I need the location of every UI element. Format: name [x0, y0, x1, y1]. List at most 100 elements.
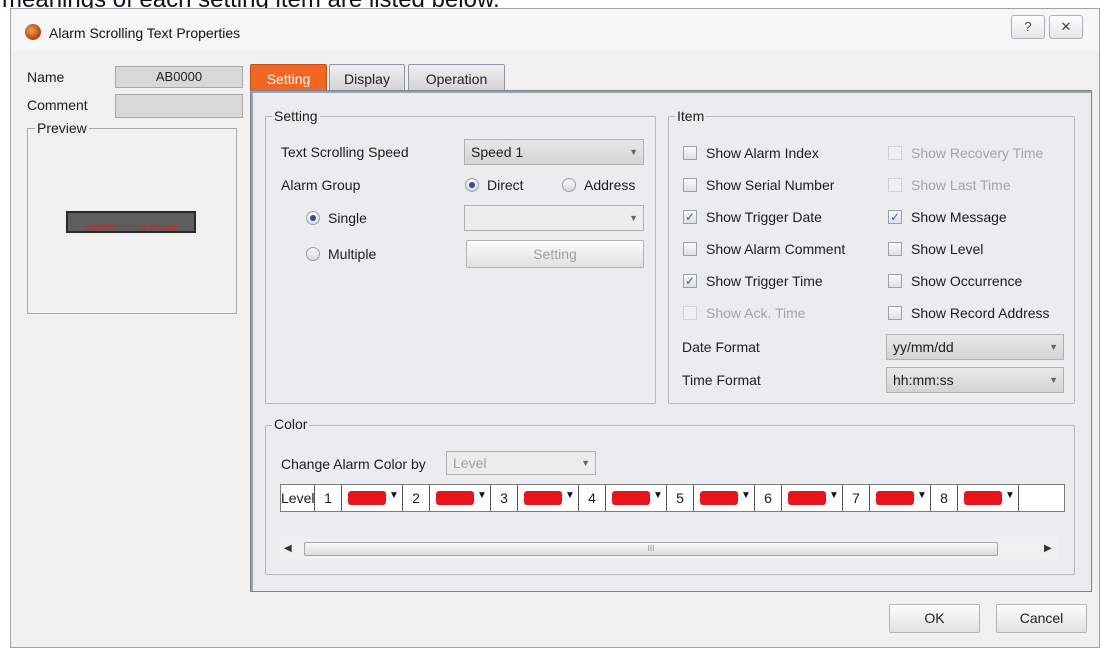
speed-value: Speed 1: [471, 144, 524, 160]
level-color-swatch[interactable]: [700, 491, 738, 505]
checkbox-label: Show Level: [911, 241, 984, 257]
checkbox-label: Show Occurrence: [911, 273, 1023, 289]
item-group-title: Item: [675, 108, 707, 124]
level-color-swatch[interactable]: [612, 491, 650, 505]
tab-setting[interactable]: Setting: [250, 64, 327, 92]
name-label: Name: [27, 69, 65, 85]
chevron-down-icon: ▼: [629, 213, 638, 223]
checkbox-show-trigger-date[interactable]: ✓: [683, 210, 697, 224]
checkbox-show-level[interactable]: [888, 242, 902, 256]
chevron-down-icon[interactable]: ▼: [389, 490, 399, 501]
chevron-down-icon: ▼: [1049, 375, 1058, 385]
level-color-swatch[interactable]: [436, 491, 474, 505]
time-format-value: hh:mm:ss: [893, 372, 954, 388]
checkbox-show-trigger-time[interactable]: ✓: [683, 274, 697, 288]
checkbox-show-alarm-index[interactable]: [683, 146, 697, 160]
single-select[interactable]: ▼: [464, 205, 644, 231]
level-color-swatch[interactable]: [876, 491, 914, 505]
chevron-down-icon: ▼: [581, 458, 590, 468]
single-radio[interactable]: [306, 211, 320, 225]
direct-label: Direct: [487, 177, 524, 193]
multiple-label: Multiple: [328, 246, 377, 262]
chevron-down-icon[interactable]: ▼: [477, 490, 487, 501]
level-number: 1: [315, 485, 342, 511]
name-field: AB0000: [115, 66, 243, 88]
checkbox-label: Show Trigger Time: [706, 273, 823, 289]
preview-text: yy/mm/dd hh:mm:ss Message: [84, 224, 178, 231]
level-number: 7: [843, 485, 870, 511]
scroll-right-icon[interactable]: ▶: [1044, 543, 1052, 554]
scroll-thumb[interactable]: III: [304, 542, 998, 556]
app-icon: [25, 24, 41, 40]
preview-label: Preview: [35, 120, 89, 136]
checkbox-label: Show Message: [911, 209, 1007, 225]
level-number: 4: [579, 485, 606, 511]
checkbox-show-message[interactable]: ✓: [888, 210, 902, 224]
cell-divider: [1018, 485, 1019, 511]
chevron-down-icon[interactable]: ▼: [653, 490, 663, 501]
comment-field[interactable]: [115, 94, 243, 118]
level-number: 6: [755, 485, 782, 511]
window-title: Alarm Scrolling Text Properties: [49, 25, 241, 41]
color-group-title: Color: [272, 416, 310, 432]
chevron-down-icon: ▼: [629, 147, 638, 157]
date-format-select[interactable]: yy/mm/dd ▼: [886, 334, 1064, 360]
checkbox-show-alarm-comment[interactable]: [683, 242, 697, 256]
scroll-thumb-grip: III: [647, 544, 655, 553]
time-format-select[interactable]: hh:mm:ss ▼: [886, 367, 1064, 393]
checkbox-show-record-address[interactable]: [888, 306, 902, 320]
level-number: 3: [491, 485, 518, 511]
title-bar: Alarm Scrolling Text Properties ? ✕: [11, 9, 1099, 51]
address-radio[interactable]: [562, 178, 576, 192]
chevron-down-icon[interactable]: ▼: [829, 490, 839, 501]
checkbox-show-serial-number[interactable]: [683, 178, 697, 192]
checkbox-label: Show Recovery Time: [911, 145, 1044, 161]
ok-button[interactable]: OK: [889, 604, 980, 633]
close-button[interactable]: ✕: [1049, 15, 1083, 39]
level-color-swatch[interactable]: [348, 491, 386, 505]
checkbox-label: Show Alarm Comment: [706, 241, 846, 257]
address-label: Address: [584, 177, 636, 193]
level-color-swatch[interactable]: [964, 491, 1002, 505]
level-number: 5: [667, 485, 694, 511]
checkbox-show-recovery-time: [888, 146, 902, 160]
checkbox-show-last-time: [888, 178, 902, 192]
level-color-swatch[interactable]: [524, 491, 562, 505]
chevron-down-icon[interactable]: ▼: [565, 490, 575, 501]
close-icon: ✕: [1060, 19, 1072, 34]
checkbox-show-occurrence[interactable]: [888, 274, 902, 288]
single-label: Single: [328, 210, 367, 226]
multiple-radio[interactable]: [306, 247, 320, 261]
change-alarm-color-select[interactable]: Level ▼: [446, 451, 596, 475]
tab-operation[interactable]: Operation: [408, 64, 505, 92]
scroll-left-icon[interactable]: ◀: [284, 543, 292, 554]
help-button[interactable]: ?: [1011, 15, 1045, 39]
checkbox-label: Show Record Address: [911, 305, 1050, 321]
comment-label: Comment: [27, 97, 88, 113]
change-by-value: Level: [453, 455, 487, 471]
checkbox-label: Show Last Time: [911, 177, 1011, 193]
horizontal-scrollbar[interactable]: ◀ III ▶: [280, 539, 1058, 559]
chevron-down-icon[interactable]: ▼: [741, 490, 751, 501]
level-number: 8: [931, 485, 958, 511]
direct-radio[interactable]: [465, 178, 479, 192]
text-scrolling-speed-select[interactable]: Speed 1 ▼: [464, 139, 644, 165]
level-color-swatch[interactable]: [788, 491, 826, 505]
multiple-setting-button[interactable]: Setting: [466, 240, 644, 268]
checkbox-label: Show Alarm Index: [706, 145, 819, 161]
chevron-down-icon[interactable]: ▼: [1005, 490, 1015, 501]
help-icon: ?: [1024, 19, 1032, 34]
checkbox-label: Show Serial Number: [706, 177, 835, 193]
checkbox-show-ack-time: [683, 306, 697, 320]
cancel-button[interactable]: Cancel: [996, 604, 1087, 633]
chevron-down-icon[interactable]: ▼: [917, 490, 927, 501]
checkbox-label: Show Trigger Date: [706, 209, 822, 225]
time-format-label: Time Format: [682, 372, 761, 388]
level-header: Level: [281, 485, 315, 511]
level-color-strip: Level 1 ▼ 2 ▼ 3 ▼ 4 ▼ 5 ▼ 6 ▼ 7 ▼ 8 ▼: [280, 484, 1065, 512]
level-number: 2: [403, 485, 430, 511]
tab-display[interactable]: Display: [329, 64, 405, 92]
alarm-group-label: Alarm Group: [281, 177, 361, 193]
change-alarm-color-label: Change Alarm Color by: [281, 456, 426, 472]
setting-group-title: Setting: [272, 108, 320, 124]
